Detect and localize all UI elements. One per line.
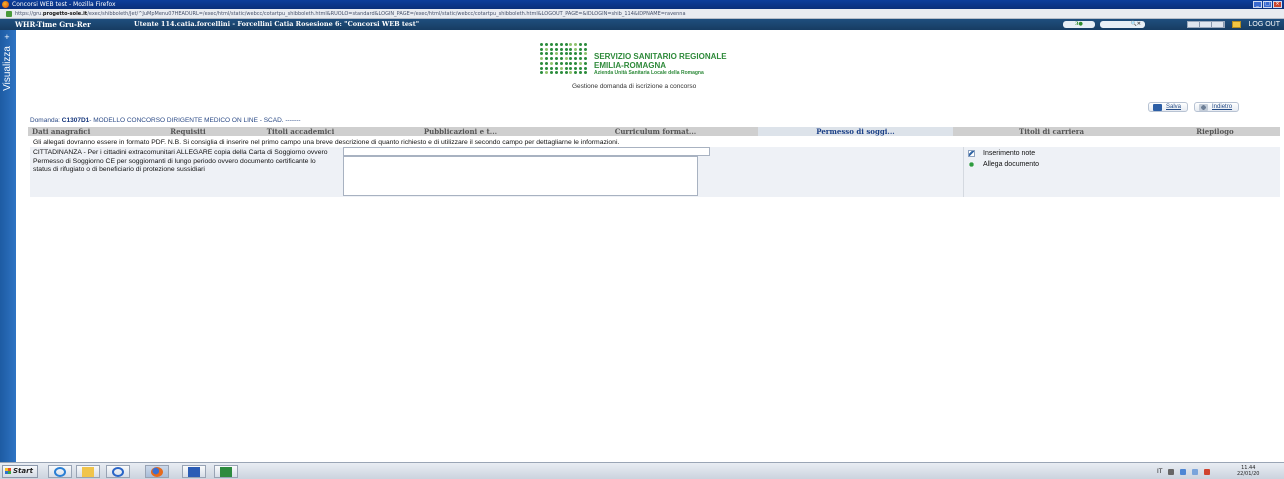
window-titlebar: Concorsi WEB test - Mozilla Firefox _ □ …	[0, 0, 1284, 9]
logo-dot-grid	[540, 43, 588, 75]
system-tray: IT 11.44 22/01/20	[1157, 465, 1283, 478]
attachment-note: Gli allegati dovranno essere in formato …	[33, 139, 620, 146]
domanda-code: C1307D1	[61, 117, 90, 124]
edit-note-icon	[968, 150, 975, 157]
clock[interactable]: 11.44 22/01/20	[1237, 465, 1259, 477]
window-title: Concorsi WEB test - Mozilla Firefox	[12, 1, 116, 8]
back-button[interactable]: Indietro	[1194, 102, 1240, 112]
tab-curriculum[interactable]: Curriculum format...	[553, 127, 758, 136]
url-rest: /exec/shibboleth/Jet/^JuMpMenu07HEADURL=…	[87, 11, 686, 17]
page-subtitle: Gestione domanda di iscrizione a concors…	[572, 83, 697, 90]
app-name: WHR-Time Gru-Rer	[15, 20, 91, 29]
attach-label: Allega documento	[983, 161, 1040, 168]
sidebar[interactable]: + Visualizza	[0, 30, 16, 462]
add-note-link[interactable]: Inserimento note	[968, 150, 1035, 157]
app-header: WHR-Time Gru-Rer Utente 114.catia.forcel…	[0, 19, 1284, 30]
clock-date: 22/01/20	[1237, 471, 1260, 477]
tab-dati-anagrafici[interactable]: Dati anagrafici	[28, 127, 143, 136]
taskbar-ie[interactable]	[48, 465, 72, 478]
taskbar-firefox[interactable]	[145, 465, 169, 478]
tab-titoli-accademici[interactable]: Titoli accademici	[233, 127, 368, 136]
maximize-button[interactable]: □	[1263, 1, 1272, 8]
search-field[interactable]: 🔍✕	[1100, 21, 1145, 28]
user-session-info: Utente 114.catia.forcellini - Forcellini…	[134, 20, 420, 28]
logo-line-2: EMILIA-ROMAGNA	[594, 61, 666, 70]
folder-icon	[82, 466, 94, 477]
excel-icon	[220, 466, 232, 477]
word-icon	[188, 466, 200, 477]
grid-icon[interactable]	[1188, 22, 1200, 27]
application-title: Domanda: C1307D1- MODELLO CONCORSO DIRIG…	[30, 117, 301, 124]
logo-line-1: SERVIZIO SANITARIO REGIONALE	[594, 52, 727, 61]
back-icon	[1199, 103, 1209, 111]
section-tabs: Dati anagrafici Requisiti Titoli accadem…	[28, 127, 1280, 136]
close-button[interactable]: ×	[1273, 1, 1282, 8]
add-note-label: Inserimento note	[983, 150, 1036, 157]
address-bar[interactable]: https://gru.progetto-sole.it/exec/shibbo…	[0, 9, 1284, 19]
start-button[interactable]: Start	[2, 465, 38, 478]
taskbar-explorer[interactable]	[76, 465, 100, 478]
folder-icon[interactable]	[1232, 21, 1241, 28]
url-prefix: https://gru.	[15, 11, 43, 17]
status-badge[interactable]: 3●	[1063, 21, 1095, 28]
field-label-cittadinanza: CITTADINANZA - Per i cittadini extracomu…	[33, 149, 328, 173]
firefox-icon	[151, 466, 163, 477]
logout-link[interactable]: LOG OUT	[1248, 19, 1280, 30]
taskbar-media[interactable]	[106, 465, 130, 478]
organization-logo: SERVIZIO SANITARIO REGIONALE EMILIA-ROMA…	[540, 43, 760, 77]
ie-icon	[54, 466, 66, 477]
chart-icon[interactable]	[1200, 22, 1212, 27]
domanda-description: - MODELLO CONCORSO DIRIGENTE MEDICO ON L…	[89, 117, 301, 124]
action-buttons: Salva Indietro	[1148, 102, 1240, 112]
save-button[interactable]: Salva	[1148, 102, 1189, 112]
window-controls: _ □ ×	[1253, 1, 1282, 8]
windows-taskbar: Start IT 11.44 22/01/20	[0, 462, 1284, 479]
expand-icon[interactable]: +	[4, 33, 10, 41]
domanda-prefix: Domanda:	[30, 117, 62, 124]
logo-line-3: Azienda Unità Sanitaria Locale della Rom…	[594, 70, 704, 76]
minimize-button[interactable]: _	[1253, 1, 1262, 8]
save-icon	[1153, 103, 1162, 111]
attach-document-link[interactable]: Allega documento	[968, 161, 1039, 168]
tools-icon[interactable]	[1212, 22, 1224, 27]
back-label: Indietro	[1212, 104, 1233, 110]
save-label: Salva	[1166, 104, 1182, 110]
language-indicator[interactable]: IT	[1157, 468, 1162, 475]
header-toolbar-icons[interactable]	[1187, 21, 1225, 28]
network-icon[interactable]	[1168, 468, 1175, 475]
tab-requisiti[interactable]: Requisiti	[143, 127, 233, 136]
tab-titoli-carriera[interactable]: Titoli di carriera	[953, 127, 1150, 136]
firefox-icon	[2, 1, 9, 8]
taskbar-excel[interactable]	[214, 465, 238, 478]
alert-icon[interactable]	[1204, 468, 1211, 475]
tab-pubblicazioni[interactable]: Pubblicazioni e t...	[368, 127, 553, 136]
attach-icon	[968, 161, 975, 168]
tab-riepilogo[interactable]: Riepilogo	[1150, 127, 1280, 136]
sidebar-label[interactable]: Visualizza	[2, 46, 14, 91]
media-player-icon	[112, 466, 124, 477]
description-input[interactable]	[343, 147, 710, 156]
devices-icon[interactable]	[1192, 468, 1199, 475]
tab-permesso-soggiorno[interactable]: Permesso di soggi...	[758, 127, 953, 136]
volume-icon[interactable]	[1180, 468, 1187, 475]
url-host: progetto-sole.it	[42, 11, 88, 17]
lock-icon	[6, 10, 12, 17]
taskbar-word[interactable]	[182, 465, 206, 478]
details-textarea[interactable]	[343, 156, 698, 196]
